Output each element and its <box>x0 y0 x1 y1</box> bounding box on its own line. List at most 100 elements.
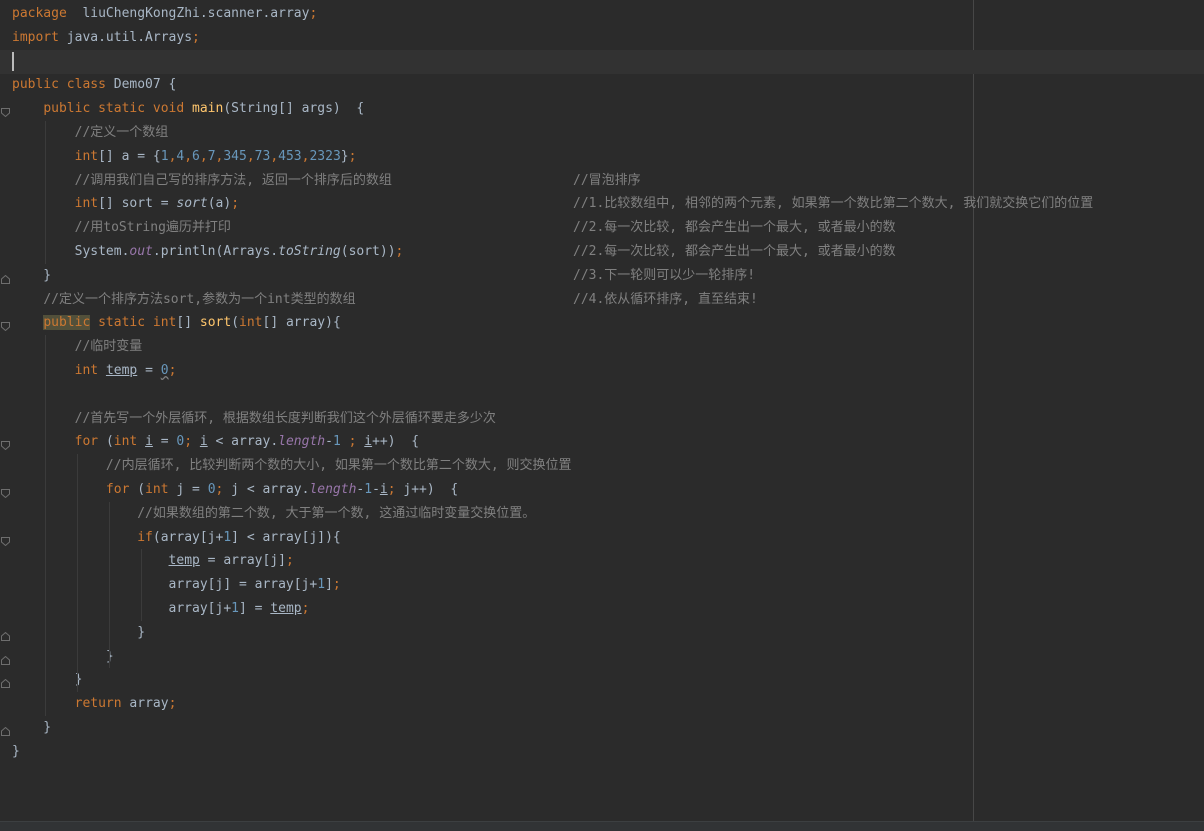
code-token: 73 <box>254 148 271 164</box>
code-token: //如果数组的第二个数, 大于第一个数, 这通过临时变量交换位置。 <box>137 505 536 521</box>
code-text: } <box>12 740 20 764</box>
code-token: ; <box>301 601 310 616</box>
fold-marker-icon[interactable] <box>1 320 10 332</box>
code-editor[interactable]: package liuChengKongZhi.scanner.array; im… <box>0 0 1204 831</box>
code-token: Demo07 { <box>105 77 177 93</box>
code-token: temp <box>105 363 138 378</box>
code-line[interactable]: for (int i = 0; i < array.length-1 ; i++… <box>0 430 1204 454</box>
code-line[interactable]: //调用我们自己写的排序方法, 返回一个排序后的数组 //冒泡排序 <box>0 169 1204 193</box>
code-token: } <box>12 720 52 735</box>
code-text: //定义一个数组 <box>12 121 169 145</box>
code-line[interactable]: } <box>0 716 1204 740</box>
code-text: public static int[] sort(int[] array){ <box>12 311 341 335</box>
code-text: } <box>12 621 145 645</box>
fold-marker-icon[interactable] <box>1 630 10 641</box>
code-token: < array. <box>207 434 279 450</box>
code-text: public static void main(String[] args) { <box>12 97 364 121</box>
fold-marker-icon[interactable] <box>1 273 10 284</box>
code-text: if(array[j+1] < array[j]){ <box>12 526 341 550</box>
code-line[interactable]: } //3.下一轮则可以少一轮排序! <box>0 264 1204 288</box>
code-line[interactable]: import java.util.Arrays; <box>0 26 1204 50</box>
code-line[interactable]: package liuChengKongZhi.scanner.array; <box>0 2 1204 26</box>
code-line[interactable]: int temp = 0; <box>0 359 1204 383</box>
code-token: , <box>270 148 279 164</box>
code-token: ] <box>325 577 333 593</box>
code-token: return <box>74 696 130 712</box>
code-line[interactable]: return array; <box>0 692 1204 716</box>
fold-marker-icon[interactable] <box>1 725 10 736</box>
code-line[interactable]: public class Demo07 { <box>0 73 1204 97</box>
code-token: (array[j+ <box>152 529 224 545</box>
code-line[interactable]: int[] a = {1,4,6,7,345,73,453,2323}; <box>0 145 1204 169</box>
code-line[interactable]: //临时变量 <box>0 335 1204 359</box>
horizontal-scrollbar[interactable] <box>0 821 1204 831</box>
code-line[interactable]: //定义一个数组 <box>0 121 1204 145</box>
code-token: (sort)) <box>340 244 396 259</box>
code-line[interactable]: for (int j = 0; j < array.length-1-i; j+… <box>0 478 1204 502</box>
code-line[interactable]: array[j+1] = temp; <box>0 597 1204 621</box>
fold-marker-icon[interactable] <box>1 535 10 546</box>
code-token: 453 <box>278 148 302 164</box>
code-line[interactable]: public static int[] sort(int[] array){ <box>0 311 1204 335</box>
code-token: 6 <box>192 148 200 164</box>
code-line[interactable]: //如果数组的第二个数, 大于第一个数, 这通过临时变量交换位置。 <box>0 502 1204 526</box>
code-line[interactable]: //定义一个排序方法sort,参数为一个int类型的数组 //4.依从循环排序, … <box>0 288 1204 312</box>
code-token: ; <box>168 696 177 712</box>
code-text: array[j] = array[j+1]; <box>12 573 341 597</box>
code-line[interactable] <box>0 383 1204 407</box>
code-token: } <box>12 624 146 640</box>
code-line[interactable]: } <box>0 668 1204 692</box>
code-token: .println(Arrays. <box>152 244 279 259</box>
code-token: for <box>105 482 138 497</box>
code-line[interactable]: //首先写一个外层循环, 根据数组长度判断我们这个外层循环要走多少次 <box>0 407 1204 431</box>
code-token: ; <box>192 29 200 45</box>
code-token: } <box>340 148 349 164</box>
code-token: ] = <box>238 601 271 616</box>
code-line[interactable]: array[j] = array[j+1]; <box>0 573 1204 597</box>
fold-marker-icon[interactable] <box>1 106 10 118</box>
code-line[interactable]: //内层循环, 比较判断两个数的大小, 如果第一个数比第二个数大, 则交换位置 <box>0 454 1204 478</box>
code-token: , <box>199 148 208 164</box>
code-line[interactable]: temp = array[j]; <box>0 549 1204 573</box>
code-line[interactable]: public static void main(String[] args) { <box>0 97 1204 121</box>
code-line[interactable]: //用toString遍历并打印 //2.每一次比较, 都会产生出一个最大, 或者… <box>0 216 1204 240</box>
code-token: (String[] args) { <box>223 101 365 117</box>
code-line[interactable]: int[] sort = sort(a); //1.比较数组中, 相邻的两个元素,… <box>0 192 1204 216</box>
code-token: sort <box>176 196 208 212</box>
fold-marker-icon[interactable] <box>1 487 10 499</box>
fold-marker-icon[interactable] <box>1 654 10 665</box>
code-token: , <box>246 148 255 164</box>
code-line[interactable]: } <box>0 621 1204 645</box>
code-token: //用toString遍历并打印 <box>74 220 231 236</box>
code-text: //临时变量 <box>12 335 143 359</box>
code-text: int[] sort = sort(a); <box>12 192 239 216</box>
code-token: toString <box>278 244 341 259</box>
code-line[interactable]: } <box>0 740 1204 764</box>
code-token: public class <box>12 77 106 93</box>
side-comment: //2.每一次比较, 都会产生出一个最大, 或者最小的数 <box>573 244 896 259</box>
code-token: , <box>184 148 193 164</box>
code-text: } <box>12 716 51 740</box>
code-token: = <box>152 434 177 450</box>
code-line[interactable] <box>0 50 1204 74</box>
code-line[interactable]: if(array[j+1] < array[j]){ <box>0 526 1204 550</box>
code-text: for (int i = 0; i < array.length-1 ; i++… <box>12 430 419 454</box>
code-token: package <box>12 6 67 21</box>
fold-marker-icon[interactable] <box>1 677 10 689</box>
code-token: - <box>372 482 380 497</box>
fold-marker-icon[interactable] <box>1 439 10 451</box>
code-line[interactable]: System.out.println(Arrays.toString(sort)… <box>0 240 1204 264</box>
code-line[interactable]: } <box>0 645 1204 669</box>
